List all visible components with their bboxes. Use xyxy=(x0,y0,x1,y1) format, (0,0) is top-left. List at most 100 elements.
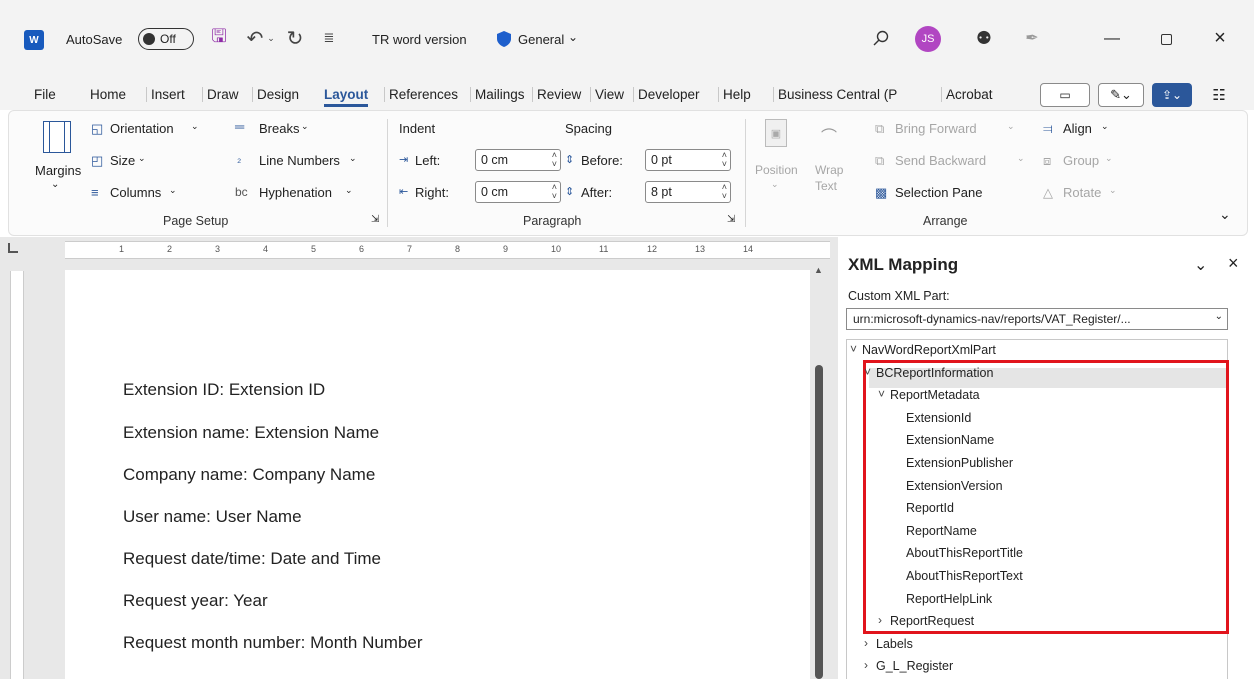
margins-chevron-icon[interactable]: ⌄ xyxy=(51,179,59,190)
group-button[interactable]: Group xyxy=(1063,153,1099,168)
tree-node-leaf[interactable]: ReportName xyxy=(906,524,977,538)
tab-review[interactable]: Review xyxy=(532,87,581,102)
bring-forward-button[interactable]: Bring Forward xyxy=(895,121,977,136)
search-icon[interactable] xyxy=(870,26,892,50)
tree-node-leaf[interactable]: ExtensionVersion xyxy=(906,479,1003,493)
spacing-before-field[interactable]: 0 pt ˄ ˅ xyxy=(645,149,731,171)
tree-node-bcreportinformation[interactable]: BCReportInformation xyxy=(876,366,993,380)
tree-expander-icon[interactable]: ˅ xyxy=(864,365,871,379)
pen-icon[interactable]: ✒ xyxy=(1022,26,1042,50)
undo-icon[interactable]: ↶ xyxy=(244,26,266,50)
avatar[interactable]: JS xyxy=(915,26,941,52)
bring-forward-chevron-icon[interactable]: ⌄ xyxy=(1007,121,1015,132)
breaks-button[interactable]: Breaks xyxy=(259,121,299,136)
sensitivity-chevron-icon[interactable]: ⌄ xyxy=(568,30,578,44)
autosave-toggle[interactable]: Off xyxy=(138,28,194,50)
position-button[interactable]: Position xyxy=(755,163,798,177)
size-button[interactable]: Size xyxy=(110,153,135,168)
pane-options-chevron-icon[interactable]: ⌄ xyxy=(1194,255,1207,275)
ruler-corner-icon[interactable] xyxy=(8,243,18,253)
scroll-thumb[interactable] xyxy=(815,365,823,679)
rotate-button[interactable]: Rotate xyxy=(1063,185,1101,200)
tree-node-labels[interactable]: Labels xyxy=(876,637,913,651)
columns-button[interactable]: Columns xyxy=(110,185,161,200)
editing-button[interactable]: ✎⌄ xyxy=(1098,83,1144,107)
page-setup-launcher-icon[interactable]: ⇲ xyxy=(371,214,379,225)
undo-dropdown-icon[interactable]: ⌄ xyxy=(266,30,276,46)
tab-layout[interactable]: Layout xyxy=(324,87,369,107)
tab-view[interactable]: View xyxy=(590,87,624,102)
tree-node-leaf[interactable]: ExtensionId xyxy=(906,411,971,425)
redo-icon[interactable]: ↻ xyxy=(284,26,306,50)
margins-button[interactable]: Margins xyxy=(35,163,81,178)
tab-draw[interactable]: Draw xyxy=(202,87,239,102)
tree-node-reportmetadata[interactable]: ReportMetadata xyxy=(890,388,980,402)
tab-references[interactable]: References xyxy=(384,87,458,102)
tree-node-reportrequest[interactable]: ReportRequest xyxy=(890,614,974,628)
selection-pane-button[interactable]: Selection Pane xyxy=(895,185,982,200)
document-line[interactable]: Company name: Company Name xyxy=(123,465,375,485)
document-line[interactable]: User name: User Name xyxy=(123,507,302,527)
columns-chevron-icon[interactable]: ⌄ xyxy=(169,185,177,196)
spinner-icon[interactable]: ˄ ˅ xyxy=(722,183,727,201)
hyphenation-button[interactable]: Hyphenation xyxy=(259,185,332,200)
vertical-ruler[interactable] xyxy=(10,271,24,679)
dropdown-chevron-icon[interactable]: ⌄ xyxy=(1215,311,1223,322)
share-button[interactable]: ⇪⌄ xyxy=(1152,83,1192,107)
custom-part-dropdown[interactable]: urn:microsoft-dynamics-nav/reports/VAT_R… xyxy=(846,308,1228,330)
wrap-text-button-line2[interactable]: Text xyxy=(815,179,837,193)
customize-qat-icon[interactable]: ≣ xyxy=(322,28,336,48)
word-app-icon[interactable]: W xyxy=(24,30,44,50)
hyphenation-chevron-icon[interactable]: ⌄ xyxy=(345,185,353,196)
scroll-up-icon[interactable]: ▲ xyxy=(814,265,823,275)
tree-expander-icon[interactable]: › xyxy=(864,658,868,672)
tree-node-leaf[interactable]: ReportId xyxy=(906,501,954,515)
tab-home[interactable]: Home xyxy=(90,87,126,102)
align-chevron-icon[interactable]: ⌄ xyxy=(1101,121,1109,132)
tree-node-leaf[interactable]: ExtensionPublisher xyxy=(906,456,1013,470)
sensitivity-label[interactable]: General xyxy=(518,32,564,47)
send-backward-button[interactable]: Send Backward xyxy=(895,153,986,168)
tree-node-gl-register[interactable]: G_L_Register xyxy=(876,659,953,673)
group-chevron-icon[interactable]: ⌄ xyxy=(1105,153,1113,164)
send-backward-chevron-icon[interactable]: ⌄ xyxy=(1017,153,1025,164)
indent-left-field[interactable]: 0 cm ˄ ˅ xyxy=(475,149,561,171)
margins-icon[interactable] xyxy=(43,121,71,153)
orientation-chevron-icon[interactable]: ⌄ xyxy=(191,121,199,132)
maximize-icon[interactable] xyxy=(1156,30,1176,48)
tree-expander-icon[interactable]: › xyxy=(878,613,882,627)
tab-file[interactable]: File xyxy=(34,87,56,102)
tree-node-leaf[interactable]: AboutThisReportText xyxy=(906,569,1023,583)
close-icon[interactable]: × xyxy=(1210,27,1230,49)
line-numbers-button[interactable]: Line Numbers xyxy=(259,153,340,168)
tab-mailings[interactable]: Mailings xyxy=(470,87,525,102)
tab-acrobat[interactable]: Acrobat xyxy=(941,87,993,102)
horizontal-ruler[interactable]: 1 2 3 4 5 6 7 8 9 10 11 12 13 14 xyxy=(65,241,830,259)
document-line[interactable]: Extension ID: Extension ID xyxy=(123,380,325,400)
document-line[interactable]: Request date/time: Date and Time xyxy=(123,549,381,569)
orientation-button[interactable]: Orientation xyxy=(110,121,174,136)
size-chevron-icon[interactable]: ⌄ xyxy=(138,153,146,164)
breaks-chevron-icon[interactable]: ⌄ xyxy=(301,121,309,132)
tab-business-central[interactable]: Business Central (P xyxy=(773,87,897,102)
tab-insert[interactable]: Insert xyxy=(146,87,185,102)
paragraph-launcher-icon[interactable]: ⇲ xyxy=(727,214,735,225)
document-line[interactable]: Request month number: Month Number xyxy=(123,633,423,653)
collapse-ribbon-icon[interactable]: ⌄ xyxy=(1219,206,1231,223)
document-title[interactable]: TR word version xyxy=(372,32,467,47)
spinner-icon[interactable]: ˄ ˅ xyxy=(552,151,557,169)
spinner-icon[interactable]: ˄ ˅ xyxy=(552,183,557,201)
spacing-after-field[interactable]: 8 pt ˄ ˅ xyxy=(645,181,731,203)
tab-developer[interactable]: Developer xyxy=(633,87,700,102)
pane-close-icon[interactable]: × xyxy=(1228,253,1239,274)
position-chevron-icon[interactable]: ⌄ xyxy=(771,179,779,190)
line-numbers-chevron-icon[interactable]: ⌄ xyxy=(349,153,357,164)
tree-node-leaf[interactable]: AboutThisReportTitle xyxy=(906,546,1023,560)
indent-right-field[interactable]: 0 cm ˄ ˅ xyxy=(475,181,561,203)
spinner-icon[interactable]: ˄ ˅ xyxy=(722,151,727,169)
tree-node-leaf[interactable]: ExtensionName xyxy=(906,433,994,447)
document-line[interactable]: Request year: Year xyxy=(123,591,268,611)
document-line[interactable]: Extension name: Extension Name xyxy=(123,423,379,443)
align-button[interactable]: Align xyxy=(1063,121,1092,136)
copilot-icon[interactable]: ☷ xyxy=(1206,83,1232,107)
